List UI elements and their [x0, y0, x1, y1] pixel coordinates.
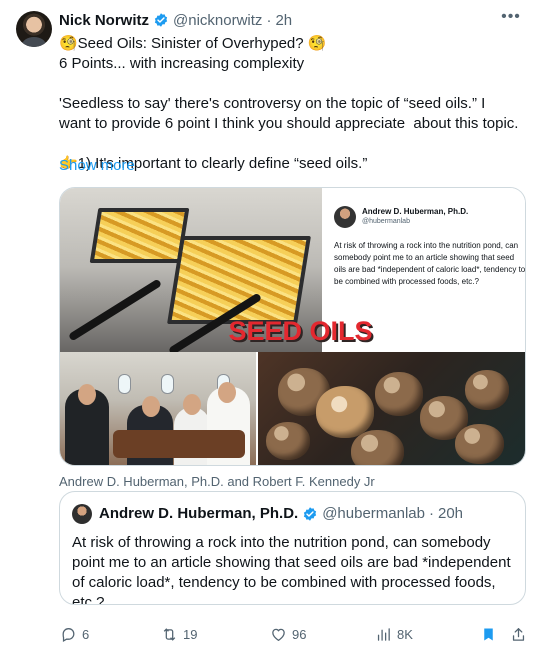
post-header: Nick Norwitz @nicknorwitz · 2h: [59, 10, 292, 30]
walnut: [455, 424, 504, 464]
reply-icon: [62, 627, 75, 642]
time-separator: ·: [266, 11, 272, 29]
media-caption: Andrew D. Huberman, Ph.D. and Robert F. …: [59, 474, 375, 489]
person-head: [218, 382, 236, 403]
walnut: [375, 372, 423, 416]
person-head: [142, 396, 160, 417]
repost-button[interactable]: 19: [161, 624, 197, 644]
repost-count: 19: [183, 626, 198, 642]
more-icon[interactable]: •••: [500, 9, 522, 30]
window-shape: [118, 374, 131, 394]
fry-basket: [89, 208, 190, 263]
embedded-avatar: [334, 206, 356, 228]
person-head: [78, 384, 96, 405]
quoted-time-separator: ·: [429, 505, 434, 522]
basket-handle: [67, 278, 163, 342]
share-button[interactable]: [510, 624, 527, 644]
embedded-tweet-text: At risk of throwing a rock into the nutr…: [334, 241, 526, 286]
view-count: 8K: [397, 626, 413, 642]
verified-badge-icon: [154, 13, 168, 27]
quoted-post-time[interactable]: 20h: [438, 505, 463, 522]
verified-badge-icon: [304, 506, 317, 521]
post-time[interactable]: 2h: [275, 12, 292, 29]
window-shape: [161, 374, 174, 394]
share-icon: [512, 627, 525, 641]
bookmark-button[interactable]: [480, 624, 497, 644]
repost-icon: [163, 627, 176, 641]
like-button[interactable]: 96: [270, 624, 306, 644]
show-more-link[interactable]: Show more: [59, 157, 135, 174]
embedded-author-name: Andrew D. Huberman, Ph.D.: [362, 207, 469, 216]
quoted-post-text: At risk of throwing a rock into the nutr…: [72, 534, 511, 605]
quoted-author-name[interactable]: Andrew D. Huberman, Ph.D.: [99, 505, 298, 522]
walnut: [316, 386, 374, 438]
walnut: [351, 430, 404, 465]
views-icon: [377, 627, 390, 641]
meeting-table: [113, 430, 245, 458]
walnut: [266, 422, 310, 460]
post-actions: 6 19 96 8K: [59, 624, 526, 644]
embedded-author-handle: @hubermanlab: [362, 218, 410, 225]
reply-count: 6: [82, 626, 90, 642]
author-avatar[interactable]: [16, 11, 52, 47]
quoted-author-handle[interactable]: @hubermanlab: [322, 505, 425, 522]
reply-button[interactable]: 6: [60, 624, 89, 644]
author-name[interactable]: Nick Norwitz: [59, 12, 149, 29]
like-count: 96: [292, 626, 307, 642]
post-text: 🧐Seed Oils: Sinister of Overhyped? 🧐 6 P…: [59, 35, 519, 172]
quoted-post[interactable]: Andrew D. Huberman, Ph.D. @hubermanlab ·…: [59, 491, 526, 605]
author-handle[interactable]: @nicknorwitz: [173, 12, 262, 29]
like-icon: [272, 628, 285, 641]
person-head: [183, 394, 201, 415]
post-media[interactable]: Andrew D. Huberman, Ph.D. @hubermanlab A…: [59, 187, 526, 466]
walnuts-photo: [258, 352, 525, 465]
seed-oils-label: SEED OILS: [228, 316, 373, 346]
quoted-author-avatar[interactable]: [72, 504, 92, 524]
bookmark-icon: [484, 627, 493, 641]
views-button[interactable]: 8K: [375, 624, 413, 644]
quoted-post-header: Andrew D. Huberman, Ph.D. @hubermanlab ·…: [99, 505, 463, 522]
meeting-photo: [60, 352, 256, 465]
walnut: [465, 370, 509, 410]
